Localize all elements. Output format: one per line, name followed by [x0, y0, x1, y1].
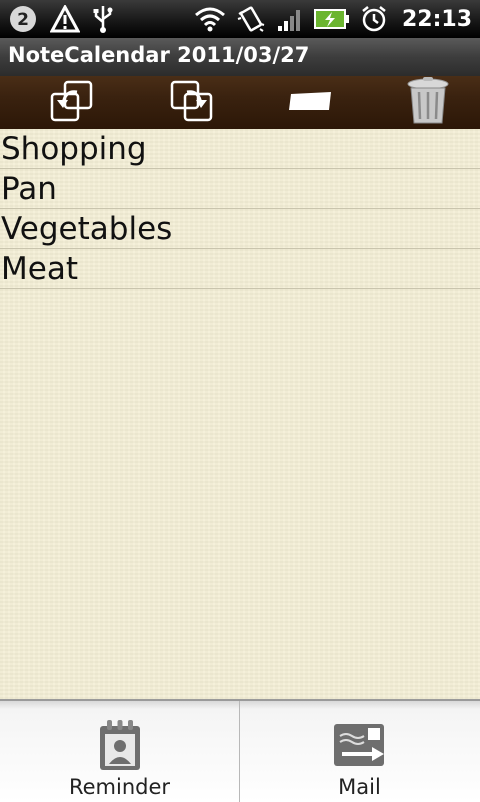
menu-item-reminder[interactable]: Reminder	[0, 701, 239, 802]
usb-icon	[92, 4, 114, 34]
note-line-text: Pan	[1, 171, 57, 207]
menu-item-label: Reminder	[68, 775, 171, 799]
note-line[interactable]: Shopping	[0, 129, 480, 169]
battery-charging-icon	[313, 4, 350, 34]
wifi-icon	[194, 4, 226, 34]
alarm-clock-icon	[360, 4, 388, 34]
options-menu: Reminder Mail	[0, 699, 480, 802]
status-clock: 22:13	[401, 6, 472, 32]
app-title: NoteCalendar 2011/03/27	[8, 43, 310, 67]
mail-icon	[332, 717, 388, 773]
reminder-calendar-icon	[97, 717, 143, 773]
eraser-icon	[285, 86, 335, 120]
redo-icon	[167, 78, 217, 128]
title-bar: NoteCalendar 2011/03/27	[0, 38, 480, 77]
status-bar: 2 22:13	[0, 0, 480, 38]
svg-text:2: 2	[17, 10, 29, 30]
note-line-text: Meat	[1, 251, 78, 287]
toolbar	[0, 76, 480, 129]
note-line[interactable]: Vegetables	[0, 209, 480, 249]
delete-button[interactable]	[388, 76, 468, 129]
note-line-text: Shopping	[1, 131, 147, 167]
vibrate-icon	[236, 4, 266, 34]
signal-strength-icon	[276, 4, 304, 34]
note-line[interactable]: Pan	[0, 169, 480, 209]
note-line-text: Vegetables	[1, 211, 173, 247]
trash-icon	[406, 76, 450, 130]
eraser-button[interactable]	[270, 76, 350, 129]
undo-icon	[47, 78, 97, 128]
menu-item-label: Mail	[338, 775, 381, 799]
note-area[interactable]: Shopping Pan Vegetables Meat	[0, 129, 480, 699]
undo-button[interactable]	[32, 76, 112, 129]
note-line[interactable]: Meat	[0, 249, 480, 289]
redo-button[interactable]	[152, 76, 232, 129]
menu-item-mail[interactable]: Mail	[240, 701, 479, 802]
app-notification-icon: 2	[8, 4, 38, 34]
warning-icon	[50, 4, 80, 34]
